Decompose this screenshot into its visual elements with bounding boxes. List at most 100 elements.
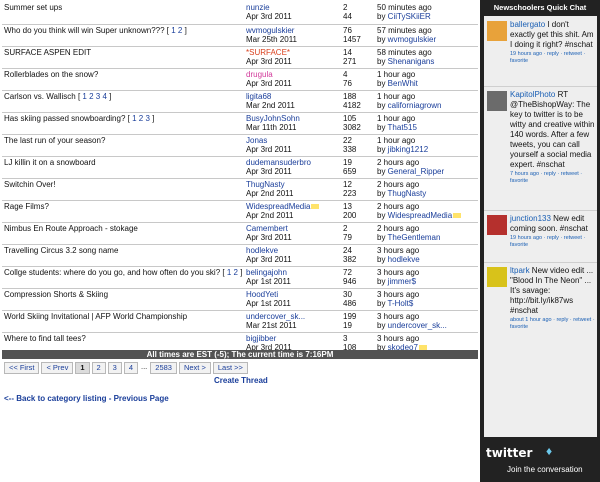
thread-author-link[interactable]: HoodYeti [246, 290, 278, 299]
thread-title-link[interactable]: The last run of your season? [4, 136, 105, 145]
thread-count-cell: 2 79 [341, 222, 375, 245]
next-page-button[interactable]: Next > [178, 362, 211, 374]
page-1-button[interactable]: 1 [75, 362, 90, 374]
back-to-category-link[interactable]: <-- Back to category listing [4, 394, 106, 403]
thread-author-cell: Jonas Apr 3rd 2011 [244, 134, 341, 157]
tweet-username-link[interactable]: KapitolPhoto [510, 90, 555, 99]
view-count: 4182 [343, 100, 361, 110]
tweet-username-link[interactable]: ballergato [510, 20, 545, 29]
last-post-time: 1 hour ago [377, 135, 416, 145]
thread-author-link[interactable]: nunzie [246, 3, 270, 12]
last-post-user-link[interactable]: hodlekve [388, 255, 420, 264]
last-page-number-button[interactable]: 2583 [150, 362, 177, 374]
thread-author-link[interactable]: dudemansuderbro [246, 158, 311, 167]
thread-author-cell: wvmogulskier Mar 25th 2011 [244, 24, 341, 47]
tweet-meta-actions[interactable]: 7 hours ago · reply · retweet · favorite [510, 171, 596, 185]
page-bracket-open: [ [220, 267, 227, 277]
tweet-meta-actions[interactable]: 19 hours ago · reply · retweet · favorit… [510, 235, 596, 249]
last-post-by-label: by [377, 166, 388, 176]
prev-page-button[interactable]: < Prev [41, 362, 74, 374]
join-conversation-link[interactable]: Join the conversation [507, 465, 583, 474]
thread-author-link[interactable]: belingajohn [246, 268, 287, 277]
last-post-by-label: by [377, 188, 388, 198]
thread-title-link[interactable]: Who do you think will win Super unknown?… [4, 26, 165, 35]
thread-author-link[interactable]: drugula [246, 70, 273, 79]
first-page-button[interactable]: << First [4, 362, 40, 374]
last-post-user-link[interactable]: CiiTySKiiER [388, 12, 431, 21]
thread-date: Apr 2nd 2011 [246, 188, 294, 198]
last-post-user-link[interactable]: TheGentleman [388, 233, 441, 242]
view-count: 1457 [343, 34, 361, 44]
tweet-meta-actions[interactable]: about 1 hour ago · reply · retweet · fav… [510, 317, 596, 331]
tweet-feed[interactable]: ballergato I don't exactly get this shit… [484, 16, 597, 437]
thread-date: Apr 3rd 2011 [246, 166, 292, 176]
last-post-user-link[interactable]: T-Holt$ [388, 299, 414, 308]
thread-title-link[interactable]: Switchin Over! [4, 180, 56, 189]
tweet-username-link[interactable]: junction133 [510, 214, 551, 223]
thread-author-link[interactable]: hodlekve [246, 246, 278, 255]
last-post-user-link[interactable]: BenWhit [388, 79, 418, 88]
quick-chat-title: Newschoolers Quick Chat [493, 3, 587, 12]
thread-title-link[interactable]: Rage Films? [4, 202, 49, 211]
thread-title-link[interactable]: Carlson vs. Wallisch [4, 92, 76, 101]
thread-page-link[interactable]: 1 [132, 114, 136, 123]
thread-author-link[interactable]: ligita68 [246, 92, 271, 101]
reply-count: 76 [343, 25, 352, 35]
page-3-button[interactable]: 3 [107, 362, 122, 374]
tweet-avatar[interactable] [487, 91, 507, 111]
thread-title-link[interactable]: Travelling Circus 3.2 song name [4, 246, 118, 255]
reply-count: 22 [343, 135, 352, 145]
last-page-button[interactable]: Last >> [212, 362, 248, 374]
tweet-divider [484, 210, 597, 211]
last-post-user-link[interactable]: wvmogulskier [388, 35, 436, 44]
last-post-user-link[interactable]: That515 [388, 123, 417, 132]
thread-author-link[interactable]: bigjibber [246, 334, 276, 343]
thread-title-link[interactable]: Compression Shorts & Skiing [4, 290, 108, 299]
thread-title-link[interactable]: SURFACE ASPEN EDIT [4, 48, 91, 57]
thread-author-link[interactable]: BusyJohnSohn [246, 114, 300, 123]
create-thread-link[interactable]: Create Thread [214, 376, 268, 385]
view-count: 382 [343, 254, 357, 264]
tweet-body: KapitolPhoto RT @TheBishopWay: The key t… [510, 90, 596, 185]
tweet-avatar[interactable] [487, 267, 507, 287]
tweet-avatar[interactable] [487, 21, 507, 41]
thread-author-link[interactable]: Jonas [246, 136, 267, 145]
thread-title-link[interactable]: Collge students: where do you go, and ho… [4, 268, 220, 277]
page-4-button[interactable]: 4 [123, 362, 139, 374]
thread-author-cell: undercover_sk... Mar 21st 2011 [244, 310, 341, 333]
thread-page-link[interactable]: 2 [89, 92, 93, 101]
tweet-avatar[interactable] [487, 215, 507, 235]
thread-date: Apr 3rd 2011 [246, 56, 292, 66]
thread-title-link[interactable]: Has skiing passed snowboarding? [4, 114, 125, 123]
last-post-user-link[interactable]: ThugNasty [388, 189, 427, 198]
thread-title-link[interactable]: Summer set ups [4, 3, 62, 12]
thread-author-link[interactable]: Camembert [246, 224, 288, 233]
thread-title-link[interactable]: Nimbus En Route Approach - stokage [4, 224, 138, 233]
last-post-user-link[interactable]: jimmer$ [388, 277, 416, 286]
thread-title-link[interactable]: World Skiing Invitational | AFP World Ch… [4, 312, 187, 321]
view-count: 486 [343, 298, 357, 308]
thread-author-link[interactable]: ThugNasty [246, 180, 285, 189]
tweet-username-link[interactable]: ltpark [510, 266, 530, 275]
thread-author-link[interactable]: *SURFACE* [246, 48, 290, 57]
tweet-meta-actions[interactable]: 19 hours ago · reply · retweet · favorit… [510, 51, 596, 65]
thread-date: Apr 3rd 2011 [246, 12, 292, 21]
previous-page-link[interactable]: Previous Page [114, 394, 169, 403]
last-post-by-label: by [377, 56, 388, 66]
page-2-button[interactable]: 2 [91, 362, 106, 374]
thread-author-link[interactable]: wvmogulskier [246, 26, 294, 35]
thread-title-link[interactable]: LJ killin it on a snowboard [4, 158, 96, 167]
last-post-user-link[interactable]: undercover_sk... [388, 321, 447, 330]
thread-title-link[interactable]: Where to find tall tees? [4, 334, 86, 343]
last-post-user-link[interactable]: Shenanigans [388, 57, 435, 66]
last-post-user-link[interactable]: General_Ripper [388, 167, 444, 176]
last-post-user-link[interactable]: WidespreadMedia [388, 211, 452, 220]
thread-page-link[interactable]: 1 [171, 26, 175, 35]
thread-author-link[interactable]: undercover_sk... [246, 312, 305, 321]
thread-title-link[interactable]: Rollerblades on the snow? [4, 70, 98, 79]
last-post-user-link[interactable]: jibking1212 [388, 145, 428, 154]
thread-author-link[interactable]: WidespreadMedia [246, 202, 310, 211]
twitter-footer[interactable]: twitter ♦ Join the conversation [480, 438, 600, 482]
thread-title-cell: Who do you think will win Super unknown?… [2, 24, 244, 47]
last-post-user-link[interactable]: californiagrown [388, 101, 442, 110]
